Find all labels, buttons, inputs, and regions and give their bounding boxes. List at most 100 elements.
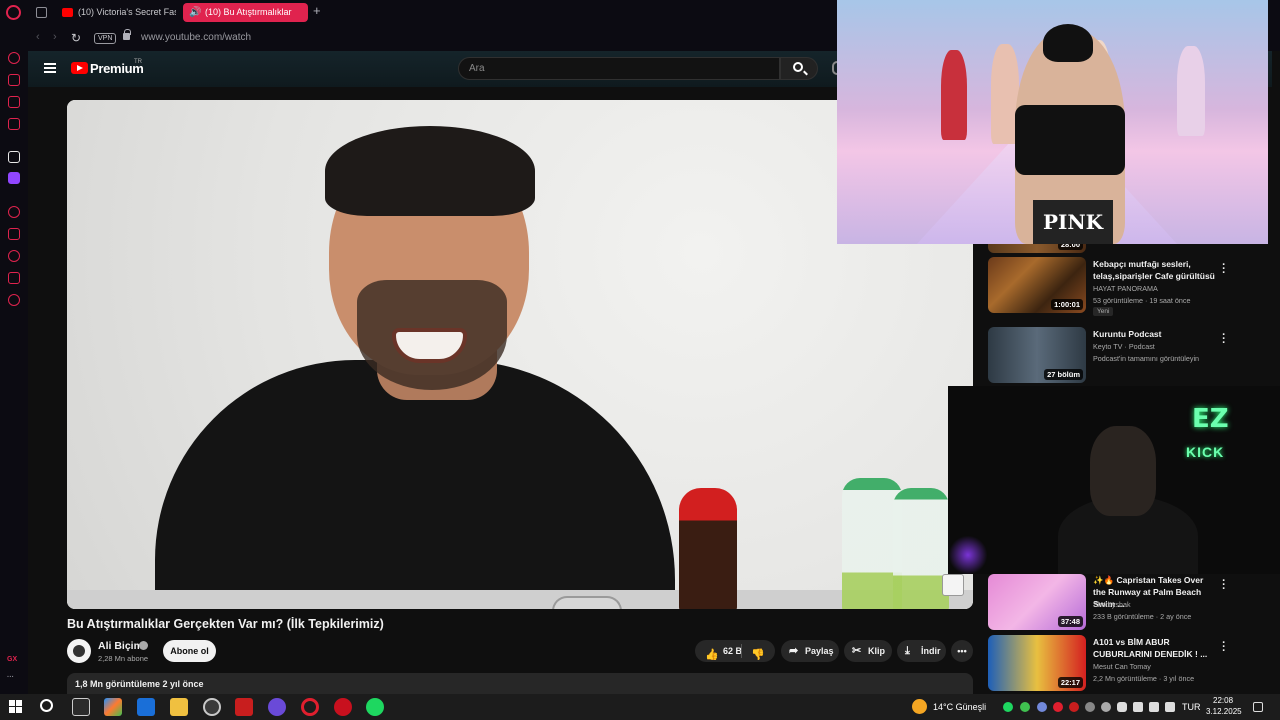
tab-switcher-icon[interactable]	[36, 7, 47, 18]
extensions-icon[interactable]	[8, 272, 20, 284]
search-icon[interactable]	[40, 699, 53, 712]
volume-icon[interactable]	[1165, 702, 1175, 712]
rec-thumbnail[interactable]: 1:00:01	[988, 257, 1086, 313]
more-icon[interactable]: ···	[7, 674, 14, 681]
duration-badge: 22:17	[1057, 677, 1083, 688]
like-icon[interactable]: 👍	[705, 644, 719, 666]
menu-icon[interactable]	[44, 63, 56, 73]
tray-app-icon[interactable]	[1133, 702, 1143, 712]
rec-menu-icon[interactable]: · · ·	[1220, 330, 1228, 349]
microphone-icon[interactable]	[1117, 702, 1127, 712]
vpn-badge[interactable]: VPN	[94, 33, 117, 44]
rec-stats: 53 görüntüleme · 19 saat önce	[1093, 296, 1191, 305]
clock-time[interactable]: 22:08	[1213, 696, 1233, 705]
rec-stats[interactable]: Podcast'in tamamını görüntüleyin	[1093, 354, 1199, 363]
video-stats: 1,8 Mn görüntüleme 2 yıl önce	[75, 679, 204, 689]
share-icon: ➦	[789, 645, 799, 657]
gx-control-icon[interactable]	[8, 52, 20, 64]
like-count[interactable]: 62 B	[723, 640, 742, 662]
tray-app-icon[interactable]	[1085, 702, 1095, 712]
tray-spotify-icon[interactable]	[1003, 702, 1013, 712]
tray-app-icon[interactable]	[1069, 702, 1079, 712]
rec-menu-icon[interactable]: · · ·	[1220, 260, 1228, 279]
forward-arrow-icon[interactable]: ›	[53, 31, 57, 43]
channel-name[interactable]: Ali Biçim	[98, 640, 143, 652]
gx-corner-icon[interactable]	[8, 74, 20, 86]
rec-menu-icon[interactable]: · · ·	[1220, 638, 1228, 657]
video-table	[67, 590, 973, 609]
instagram-icon[interactable]	[8, 118, 20, 130]
download-label: İndir	[921, 646, 941, 656]
lock-icon[interactable]	[123, 29, 131, 40]
copilot-icon[interactable]	[104, 698, 122, 716]
download-button[interactable]: ⤓ İndir	[897, 640, 946, 662]
rec-thumbnail[interactable]: 22:17	[988, 635, 1086, 691]
description-box[interactable]: 1,8 Mn görüntüleme 2 yıl önce	[67, 673, 973, 694]
new-tab-button[interactable]: +	[313, 3, 321, 18]
settings-icon[interactable]	[8, 294, 20, 306]
youtube-favicon-icon	[62, 8, 73, 17]
tray-opera-icon[interactable]	[1053, 702, 1063, 712]
rec-thumbnail[interactable]: 37:48	[988, 574, 1086, 630]
clip-button[interactable]: ✂ Klip	[844, 640, 892, 662]
tab-bu-atistirmaliklar[interactable]: 🔊 (10) Bu Atıştırmalıklar	[183, 3, 308, 22]
youtube-logo-icon[interactable]	[71, 62, 88, 74]
clock-date[interactable]: 3.12.2025	[1206, 707, 1242, 716]
tray-app-icon[interactable]	[1101, 702, 1111, 712]
network-icon[interactable]	[1149, 702, 1159, 712]
rec-thumbnail[interactable]: 27 bölüm	[988, 327, 1086, 383]
rec-title[interactable]: Kebapçı mutfağı sesleri, telaş,siparişle…	[1093, 258, 1215, 282]
spotify-icon[interactable]	[366, 698, 384, 716]
pip-window-runway[interactable]: PINK	[837, 0, 1268, 244]
pip-neon-logo: EZ	[1192, 404, 1229, 434]
rec-channel[interactable]: HAYAT PANORAMA	[1093, 284, 1158, 293]
task-view-icon[interactable]	[72, 698, 90, 716]
screen: (10) Victoria's Secret Fash 🔊 (10) Bu At…	[0, 0, 1280, 720]
history-icon[interactable]	[8, 206, 20, 218]
mail-icon[interactable]	[137, 698, 155, 716]
notification-icon[interactable]	[1253, 702, 1263, 712]
share-button[interactable]: ➦ Paylaş	[781, 640, 839, 662]
search-button[interactable]	[780, 57, 818, 80]
rec-channel[interactable]: Keyto TV · Podcast	[1093, 342, 1155, 351]
windows-taskbar: 14°C Güneşli TUR 22:08 3.12.2025	[0, 694, 1280, 720]
messenger-icon[interactable]	[8, 96, 20, 108]
rec-channel[interactable]: Mesut Can Tomay	[1093, 662, 1151, 671]
windows-start-icon[interactable]	[9, 700, 22, 713]
gx-label[interactable]: GX	[7, 656, 17, 663]
channel-avatar[interactable]	[67, 639, 91, 663]
rec-menu-icon[interactable]: · · ·	[1220, 576, 1228, 595]
pip-window-stream[interactable]: EZ KICK	[948, 386, 1280, 574]
video-can	[552, 596, 622, 609]
rec-channel[interactable]: Shotbyshak	[1093, 600, 1131, 609]
bookmark-icon[interactable]	[8, 228, 20, 240]
file-explorer-icon[interactable]	[170, 698, 188, 716]
rec-title[interactable]: Kuruntu Podcast	[1093, 328, 1215, 340]
dislike-icon[interactable]: 👎	[751, 644, 765, 666]
tray-discord-icon[interactable]	[1037, 702, 1047, 712]
twitch-icon[interactable]	[8, 172, 20, 184]
app-icon[interactable]	[203, 698, 221, 716]
url-field[interactable]: www.youtube.com/watch	[141, 32, 251, 43]
reload-icon[interactable]: ↻	[71, 31, 81, 45]
app-icon[interactable]	[235, 698, 253, 716]
discord-icon[interactable]	[264, 694, 290, 720]
subscribe-button[interactable]: Abone ol	[163, 640, 216, 662]
weather-text[interactable]: 14°C Güneşli	[933, 702, 986, 712]
speaker-icon: 🔊	[189, 7, 202, 18]
tab-victorias-secret[interactable]: (10) Victoria's Secret Fash	[56, 3, 176, 22]
back-arrow-icon[interactable]: ‹	[36, 31, 40, 43]
rec-title[interactable]: A101 vs BİM ABUR CUBURLARINI DENEDİK ! .…	[1093, 636, 1215, 660]
opera-icon[interactable]	[301, 698, 319, 716]
search-input[interactable]: Ara	[458, 57, 780, 80]
tray-app-icon[interactable]	[1020, 702, 1030, 712]
aria-icon[interactable]	[8, 151, 20, 163]
clock-icon[interactable]	[8, 250, 20, 262]
more-actions-button[interactable]: •••	[951, 640, 973, 662]
language-indicator[interactable]: TUR	[1182, 702, 1201, 712]
channel-watermark-icon[interactable]	[942, 574, 964, 596]
opera-gx-icon[interactable]	[330, 694, 356, 720]
weather-icon[interactable]	[912, 699, 927, 714]
scissors-icon: ✂	[852, 645, 862, 657]
opera-logo-icon[interactable]	[6, 5, 21, 20]
